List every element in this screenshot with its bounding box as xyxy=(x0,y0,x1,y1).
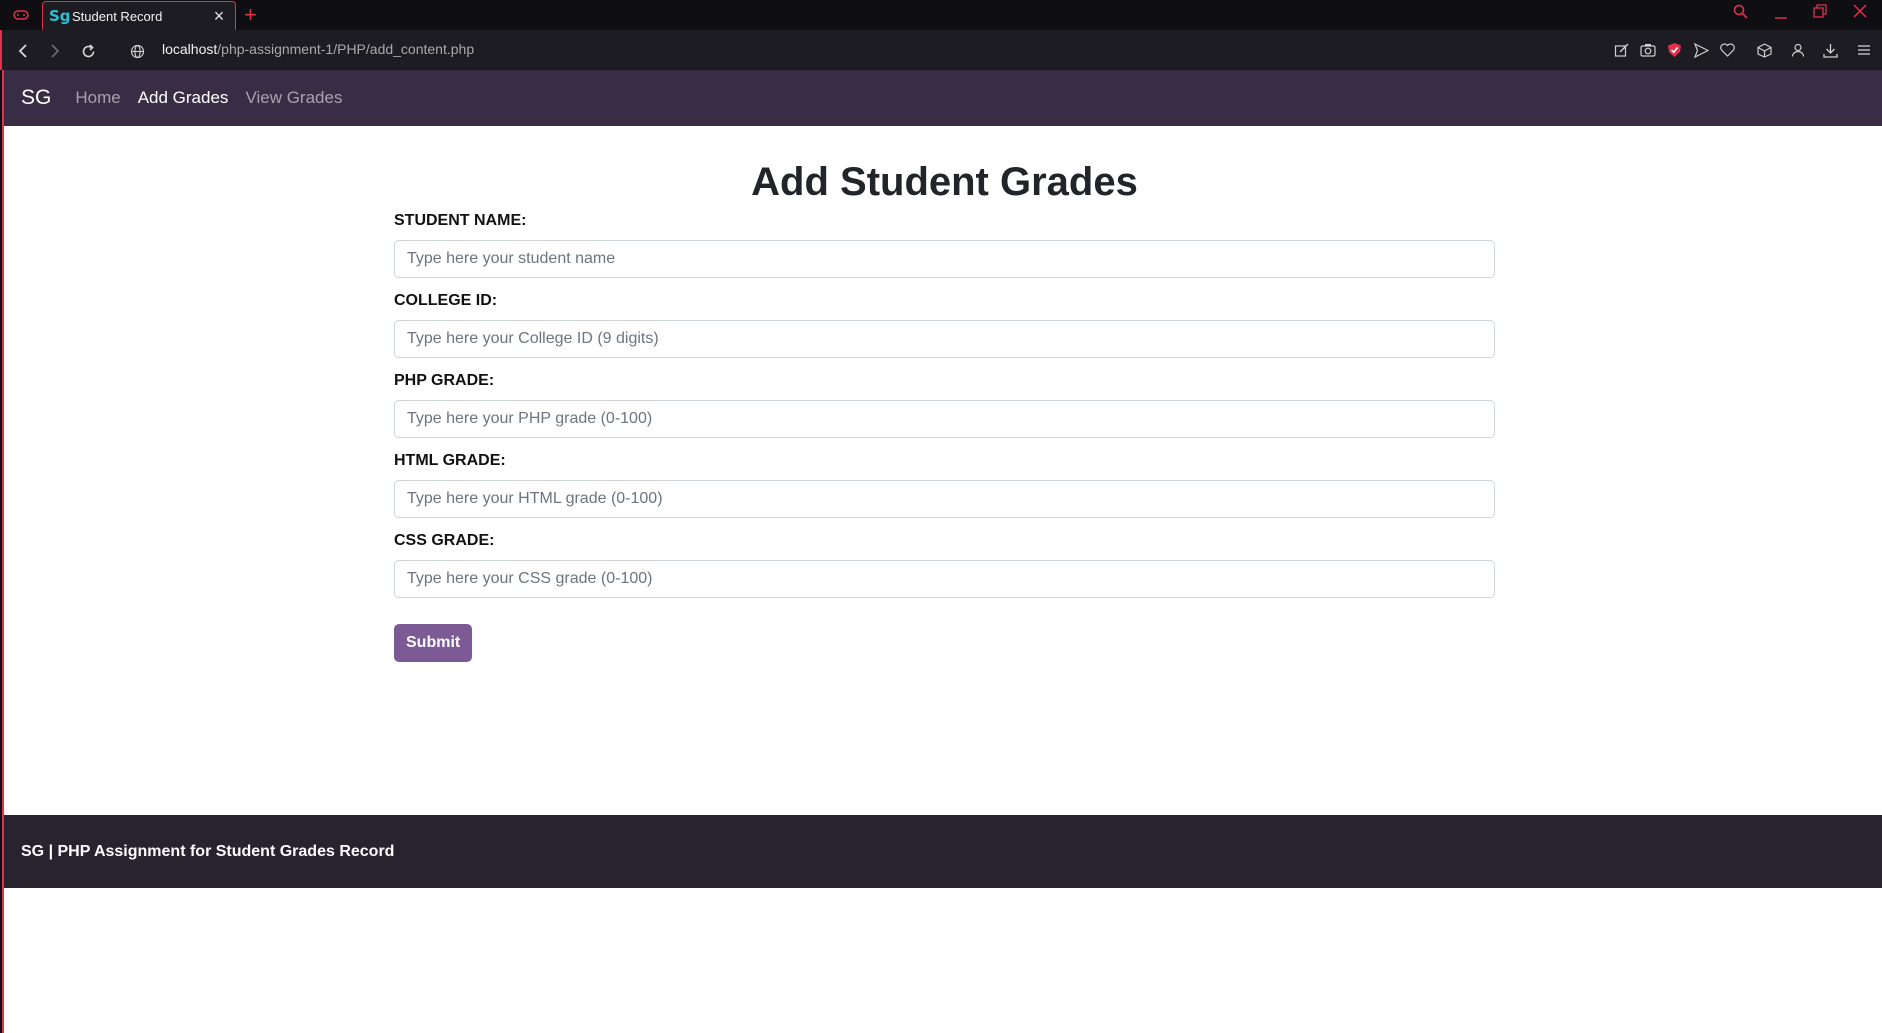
site-footer: SG | PHP Assignment for Student Grades R… xyxy=(4,815,1882,888)
site-favicon-icon: Sg xyxy=(49,7,71,25)
tab-bar: Sg Student Record × + xyxy=(0,0,1882,30)
profile-icon[interactable] xyxy=(1788,40,1808,60)
adblock-shield-icon[interactable] xyxy=(1664,40,1684,60)
tab-title: Student Record xyxy=(72,8,163,24)
back-icon[interactable] xyxy=(12,40,34,62)
site-navbar: SG Home Add Grades View Grades xyxy=(4,70,1882,126)
new-tab-icon[interactable]: + xyxy=(244,3,257,27)
nav-link-view-grades[interactable]: View Grades xyxy=(245,88,342,108)
student-name-input[interactable] xyxy=(394,240,1495,278)
close-tab-icon[interactable]: × xyxy=(209,6,229,26)
brand-logo[interactable]: SG xyxy=(21,86,51,110)
minimize-icon[interactable] xyxy=(1774,2,1788,27)
gamepad-icon[interactable] xyxy=(10,0,32,30)
css-grade-input[interactable] xyxy=(394,560,1495,598)
nav-link-home[interactable]: Home xyxy=(75,88,120,108)
url-host: localhost xyxy=(162,41,218,57)
html-grade-input[interactable] xyxy=(394,480,1495,518)
reload-icon[interactable] xyxy=(77,40,99,62)
submit-button[interactable]: Submit xyxy=(394,624,473,662)
css-grade-label: CSS GRADE: xyxy=(394,532,495,549)
heart-icon[interactable] xyxy=(1717,40,1737,60)
close-window-icon[interactable] xyxy=(1853,4,1867,23)
globe-icon xyxy=(126,40,148,62)
nav-link-add-grades[interactable]: Add Grades xyxy=(138,88,229,108)
address-bar: localhost/php-assignment-1/PHP/add_conte… xyxy=(0,30,1882,70)
footer-text: SG | PHP Assignment for Student Grades R… xyxy=(21,842,395,860)
student-name-label: STUDENT NAME: xyxy=(394,212,527,229)
add-grades-form: Add Student Grades STUDENT NAME: COLLEGE… xyxy=(394,126,1495,662)
page-title: Add Student Grades xyxy=(751,160,1138,204)
edit-icon[interactable] xyxy=(1611,40,1631,60)
php-grade-label: PHP GRADE: xyxy=(394,372,495,389)
send-icon[interactable] xyxy=(1691,40,1711,60)
camera-icon[interactable] xyxy=(1638,40,1658,60)
download-icon[interactable] xyxy=(1820,40,1840,60)
search-icon[interactable] xyxy=(1733,4,1748,24)
php-grade-input[interactable] xyxy=(394,400,1495,438)
tab-student-record[interactable]: Sg Student Record × xyxy=(42,1,236,30)
college-id-input[interactable] xyxy=(394,320,1495,358)
browser-window: Sg Student Record × + localhost/php-assi… xyxy=(0,0,1882,1033)
url-field[interactable]: localhost/php-assignment-1/PHP/add_conte… xyxy=(162,41,474,57)
web-page: SG Home Add Grades View Grades Add Stude… xyxy=(2,70,1882,1033)
menu-icon[interactable] xyxy=(1854,40,1874,60)
cube-icon[interactable] xyxy=(1754,40,1774,60)
url-path: /php-assignment-1/PHP/add_content.php xyxy=(217,41,475,57)
forward-icon[interactable] xyxy=(44,40,66,62)
restore-icon[interactable] xyxy=(1813,4,1827,23)
html-grade-label: HTML GRADE: xyxy=(394,452,506,469)
college-id-label: COLLEGE ID: xyxy=(394,292,498,309)
